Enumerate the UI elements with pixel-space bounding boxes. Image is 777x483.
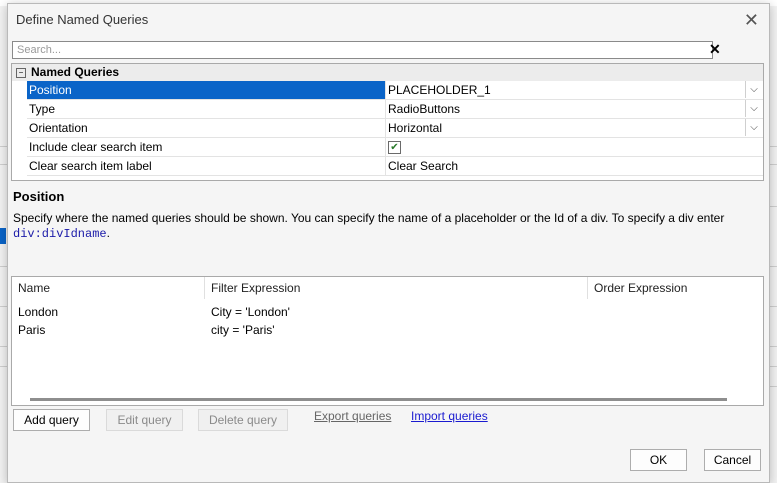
help-code: div:divIdname: [13, 227, 107, 241]
property-value[interactable]: RadioButtons ⌵: [385, 100, 762, 118]
close-icon[interactable]: ✕: [744, 10, 759, 31]
property-name: Orientation: [29, 121, 88, 135]
property-value-text: Clear Search: [388, 159, 459, 173]
property-row-orientation[interactable]: Orientation Horizontal ⌵: [27, 119, 763, 138]
cancel-button[interactable]: Cancel: [704, 449, 761, 471]
table-row-filter[interactable]: City = 'London': [205, 303, 290, 321]
property-row-position[interactable]: Position PLACEHOLDER_1 ⌵: [27, 81, 763, 100]
property-row-type[interactable]: Type RadioButtons ⌵: [27, 100, 763, 119]
help-end: .: [106, 226, 110, 240]
column-header-name[interactable]: Name: [12, 277, 205, 299]
property-name: Include clear search item: [29, 140, 163, 154]
help-description: Specify where the named queries should b…: [13, 211, 763, 242]
chevron-down-icon[interactable]: ⌵: [745, 100, 762, 117]
background-selection: [0, 228, 6, 244]
property-name: Type: [29, 102, 56, 116]
property-group-header[interactable]: − Named Queries: [12, 64, 763, 81]
property-grid: − Named Queries Position PLACEHOLDER_1 ⌵ …: [11, 63, 764, 181]
property-value-text: PLACEHOLDER_1: [388, 83, 491, 97]
export-queries-link[interactable]: Export queries: [314, 409, 391, 423]
horizontal-scrollbar[interactable]: [30, 398, 727, 401]
add-query-button[interactable]: Add query: [13, 409, 90, 431]
include-clear-checkbox[interactable]: ✔: [388, 141, 401, 155]
delete-query-button[interactable]: Delete query: [198, 409, 288, 431]
collapse-icon[interactable]: −: [16, 67, 26, 78]
queries-table: Name Filter Expression Order Expression …: [11, 276, 764, 406]
help-text: Specify where the named queries should b…: [13, 211, 725, 225]
property-name: Position: [27, 81, 385, 99]
help-title: Position: [13, 189, 65, 204]
property-value[interactable]: ✔: [385, 138, 762, 156]
column-header-order[interactable]: Order Expression: [588, 277, 762, 299]
property-group-label: Named Queries: [31, 65, 120, 79]
search-input[interactable]: [12, 41, 713, 59]
column-header-filter[interactable]: Filter Expression: [205, 277, 588, 299]
property-name: Clear search item label: [29, 159, 152, 173]
property-value[interactable]: PLACEHOLDER_1 ⌵: [385, 81, 762, 99]
clear-search-icon[interactable]: ✕: [709, 41, 721, 58]
import-queries-link[interactable]: Import queries: [411, 409, 488, 423]
table-row-filter[interactable]: city = 'Paris': [205, 321, 275, 339]
chevron-down-icon[interactable]: ⌵: [745, 81, 762, 98]
edit-query-button[interactable]: Edit query: [106, 409, 183, 431]
table-row-name[interactable]: London: [12, 303, 58, 321]
property-row-clear-label[interactable]: Clear search item label Clear Search: [27, 157, 763, 176]
property-value[interactable]: Horizontal ⌵: [385, 119, 762, 137]
chevron-down-icon[interactable]: ⌵: [745, 119, 762, 136]
ok-button[interactable]: OK: [630, 449, 687, 471]
table-row-name[interactable]: Paris: [12, 321, 45, 339]
define-named-queries-dialog: Define Named Queries ✕ ✕ −Named Queries …: [7, 3, 770, 483]
dialog-title: Define Named Queries: [16, 12, 149, 27]
property-value[interactable]: Clear Search: [385, 157, 762, 175]
property-value-text: Horizontal: [388, 121, 443, 135]
property-row-include-clear[interactable]: Include clear search item ✔: [27, 138, 763, 157]
property-value-text: RadioButtons: [388, 102, 461, 116]
